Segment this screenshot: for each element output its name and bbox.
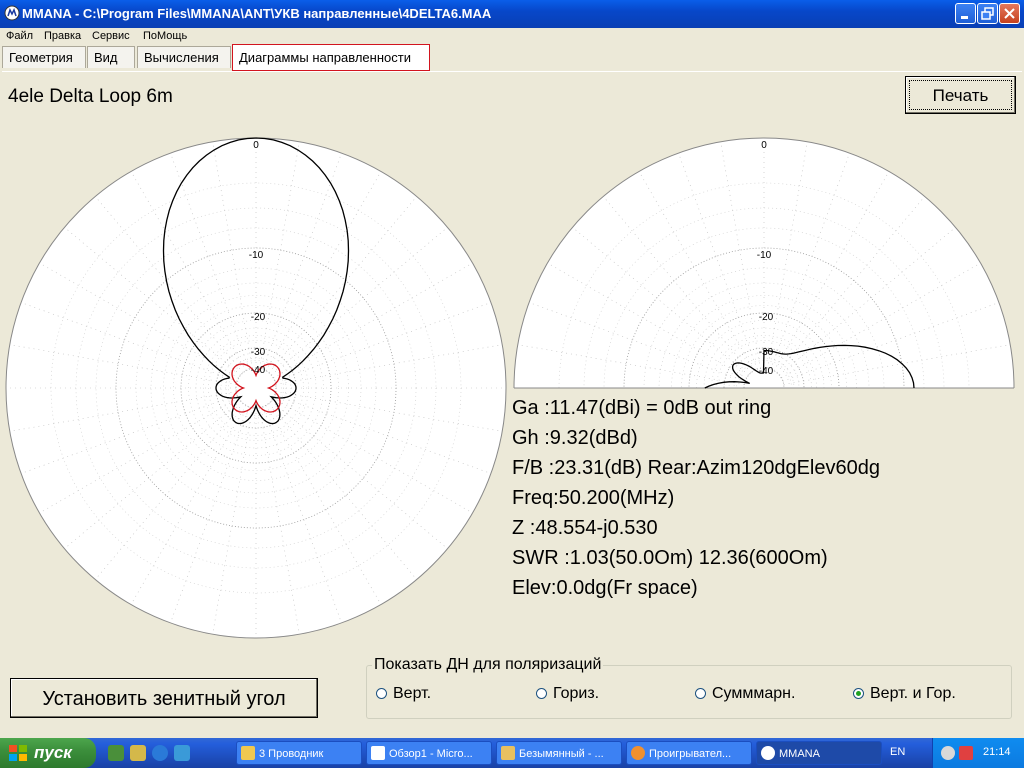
- left-ring-label-10: -10: [249, 250, 264, 261]
- network-icon[interactable]: [959, 746, 973, 760]
- task-mmana[interactable]: MMANA: [756, 741, 882, 765]
- radio-horizontal-label: Гориз.: [553, 685, 600, 702]
- clock: 21:14: [983, 746, 1011, 758]
- show-desktop-icon[interactable]: [108, 745, 124, 761]
- left-ring-label-30: -30: [251, 347, 266, 358]
- elevation: Elev:0.0dg(Fr space): [512, 577, 698, 599]
- right-ring-label-30: -30: [759, 347, 774, 358]
- right-ring-label-20: -20: [759, 312, 774, 323]
- right-ring-label-40: -40: [759, 366, 774, 377]
- task-word-label: Обзор1 - Micro...: [389, 748, 473, 760]
- radio-total-indicator: [695, 688, 706, 700]
- internet-explorer-icon[interactable]: [152, 745, 168, 761]
- radio-horizontal[interactable]: Гориз.: [536, 685, 599, 703]
- radio-vert-and-hor-label: Верт. и Гор.: [870, 685, 956, 702]
- radio-vertical-label: Верт.: [393, 685, 432, 702]
- language-indicator[interactable]: EN: [890, 746, 905, 758]
- start-label: пуск: [34, 743, 72, 762]
- left-ring-label-40: -40: [251, 365, 266, 376]
- frequency: Freq:50.200(MHz): [512, 487, 675, 509]
- system-tray: 21:14: [932, 738, 1024, 768]
- task-explorer[interactable]: 3 Проводник: [236, 741, 362, 765]
- radio-vertical[interactable]: Верт.: [376, 685, 431, 703]
- task-word[interactable]: Обзор1 - Micro...: [366, 741, 492, 765]
- paint-icon: [501, 746, 515, 760]
- mmana-task-icon: [761, 746, 775, 760]
- radio-vert-and-hor-indicator: [853, 688, 864, 700]
- task-paint-label: Безымянный - ...: [519, 748, 604, 760]
- radio-vert-and-hor[interactable]: Верт. и Гор.: [853, 685, 956, 703]
- media-icon[interactable]: [130, 745, 146, 761]
- task-mmana-label: MMANA: [779, 748, 820, 760]
- gain-dbd: Gh :9.32(dBd): [512, 427, 638, 449]
- polarization-group-label: Показать ДН для поляризаций: [372, 656, 604, 674]
- task-player[interactable]: Проигрывател...: [626, 741, 752, 765]
- task-paint[interactable]: Безымянный - ...: [496, 741, 622, 765]
- start-button[interactable]: пуск: [0, 738, 96, 768]
- set-zenith-angle-label: Установить зенитный угол: [42, 688, 286, 710]
- set-zenith-angle-button[interactable]: Установить зенитный угол: [10, 678, 318, 718]
- horizontal-pattern-plot: 0 -10 -20 -30 -40: [5, 137, 507, 639]
- radio-total-label: Сумммарн.: [712, 685, 796, 702]
- right-ring-label-0: 0: [761, 140, 767, 151]
- radio-vertical-indicator: [376, 688, 387, 700]
- gain-dbi: Ga :11.47(dBi) = 0dB out ring: [512, 397, 772, 419]
- word-icon: [371, 746, 385, 760]
- windows-flag-icon: [9, 745, 27, 761]
- left-ring-label-0: 0: [253, 140, 259, 151]
- task-explorer-label: 3 Проводник: [259, 748, 324, 760]
- right-ring-label-10: -10: [757, 250, 772, 261]
- radio-total[interactable]: Сумммарн.: [695, 685, 795, 703]
- speaker-icon[interactable]: [941, 746, 955, 760]
- folder-icon: [241, 746, 255, 760]
- media-player-icon: [631, 746, 645, 760]
- swr: SWR :1.03(50.0Om) 12.36(600Om): [512, 547, 828, 569]
- quick-launch-icon[interactable]: [174, 745, 190, 761]
- radio-horizontal-indicator: [536, 688, 547, 700]
- front-back-ratio: F/B :23.31(dB) Rear:Azim120dgElev60dg: [512, 457, 880, 479]
- left-ring-label-20: -20: [251, 312, 266, 323]
- task-player-label: Проигрывател...: [649, 748, 732, 760]
- taskbar: пуск 3 Проводник Обзор1 - Micro... Безым…: [0, 738, 1024, 768]
- impedance: Z :48.554-j0.530: [512, 517, 658, 539]
- pattern-plots: 0 -10 -20 -30 -40 0 -10 -20 -30 -40: [5, 137, 1015, 639]
